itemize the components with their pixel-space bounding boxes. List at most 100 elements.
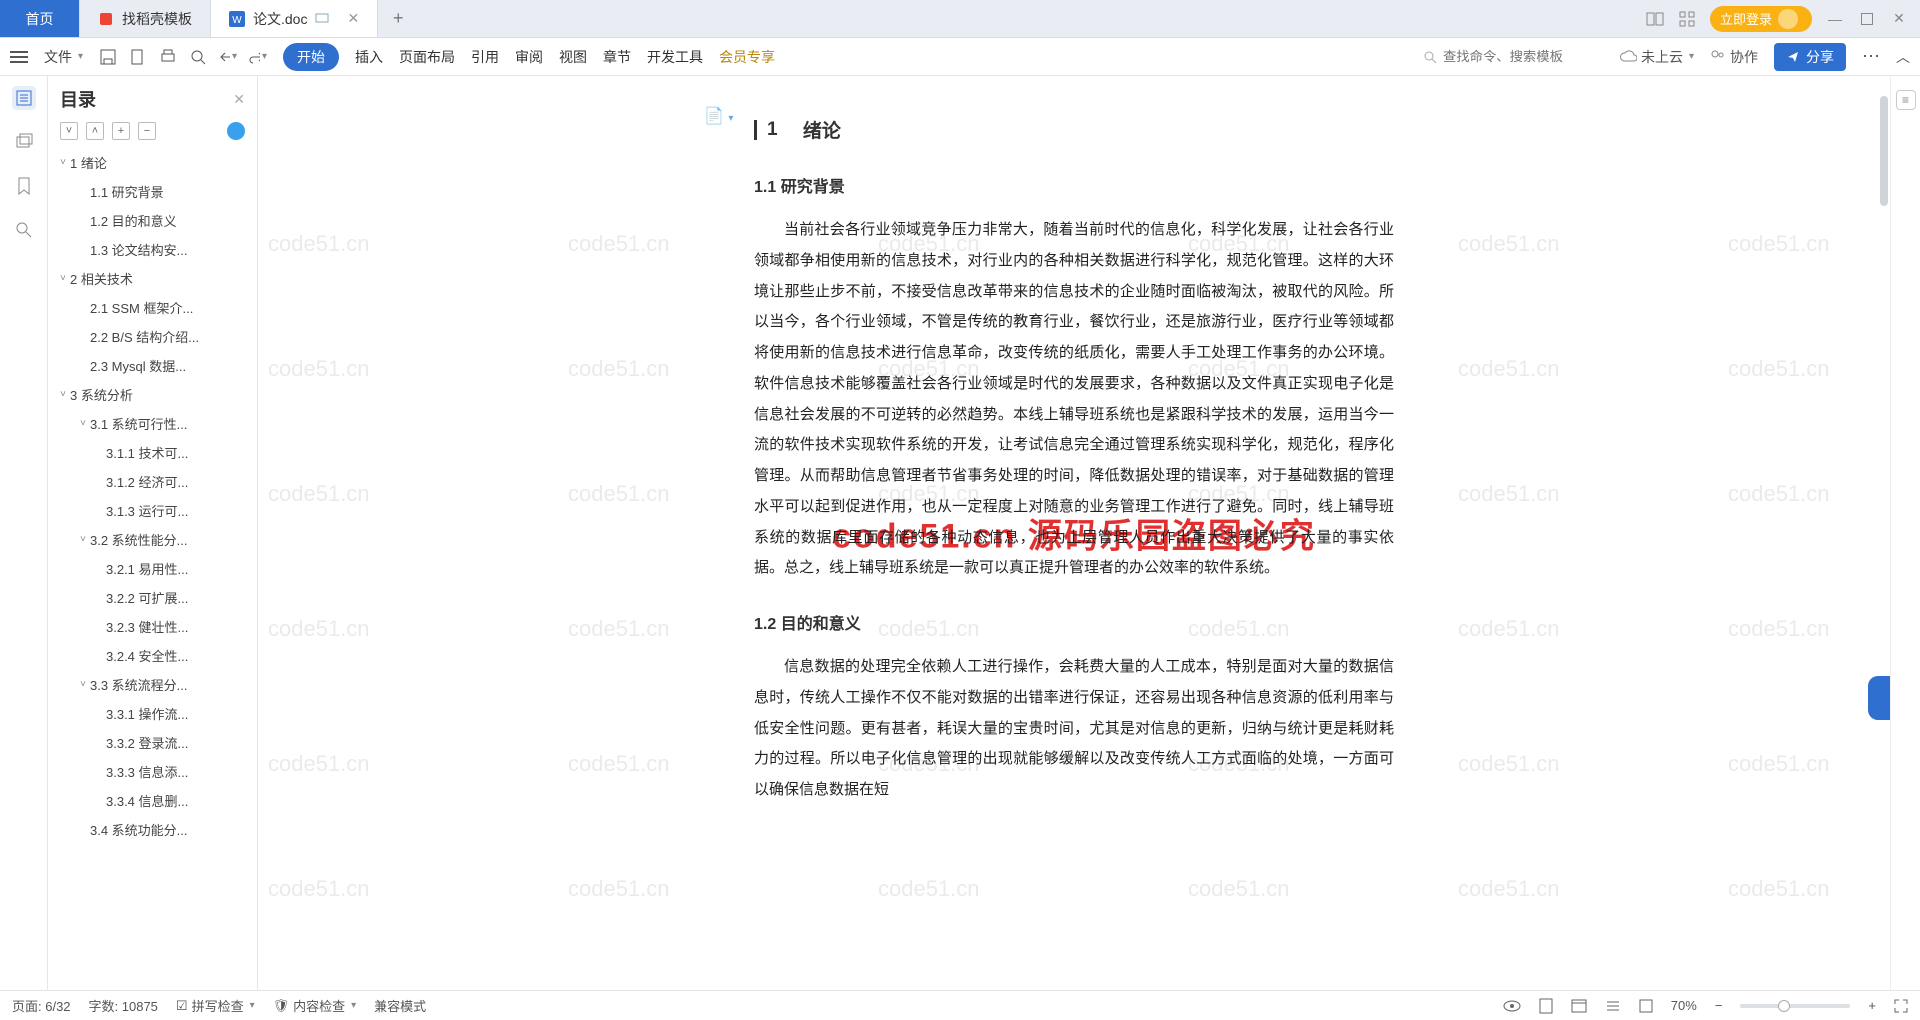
outline-node[interactable]: 3.2.1 易用性... (48, 554, 257, 583)
outline-node[interactable]: 3.2.3 健壮性... (48, 612, 257, 641)
cloud-button[interactable]: 未上云▾ (1619, 47, 1694, 67)
watermark: code51.cn (878, 876, 980, 902)
zoom-slider[interactable] (1740, 1004, 1850, 1008)
login-button[interactable]: 立即登录 (1710, 6, 1812, 32)
outline-node[interactable]: ˅3.2 系统性能分... (48, 525, 257, 554)
file-menu[interactable]: 文件▾ (44, 47, 83, 67)
tab-document[interactable]: W 论文.doc ✕ (211, 0, 378, 37)
outline-node[interactable]: 3.3.2 登录流... (48, 728, 257, 757)
layout-toggle-icon[interactable] (1646, 10, 1664, 28)
right-panel-toggle-icon[interactable]: ≡ (1896, 90, 1916, 110)
menu-view[interactable]: 视图 (559, 47, 587, 67)
outline-node[interactable]: ˅3.1 系统可行性... (48, 409, 257, 438)
menu-icon[interactable] (10, 50, 28, 64)
close-window-button[interactable]: ✕ (1890, 10, 1908, 28)
collab-button[interactable]: 协作 (1710, 47, 1758, 67)
menu-start[interactable]: 开始 (283, 43, 339, 71)
share-button[interactable]: 分享 (1774, 43, 1846, 71)
search-rail-icon[interactable] (12, 218, 36, 242)
outline-node[interactable]: 3.2.4 安全性... (48, 641, 257, 670)
side-feedback-tab[interactable] (1868, 676, 1890, 720)
menu-review[interactable]: 审阅 (515, 47, 543, 67)
outline-node[interactable]: 3.3.3 信息添... (48, 757, 257, 786)
menu-layout[interactable]: 页面布局 (399, 47, 455, 67)
fullscreen-icon[interactable] (1894, 999, 1908, 1013)
outline-node[interactable]: 3.4 系统功能分... (48, 815, 257, 844)
add-heading-icon[interactable]: + (112, 122, 130, 140)
outline-title: 目录 (60, 86, 233, 112)
collapse-all-icon[interactable]: ˅ (60, 122, 78, 140)
sync-icon[interactable] (227, 122, 245, 140)
status-words[interactable]: 字数: 10875 (89, 996, 158, 1015)
new-icon[interactable] (129, 48, 147, 66)
outline-node[interactable]: ˅2 相关技术 (48, 264, 257, 293)
share-icon (1786, 50, 1800, 64)
more-icon[interactable]: ⋯ (1862, 46, 1880, 67)
menu-member[interactable]: 会员专享 (719, 47, 775, 67)
menu-chapter[interactable]: 章节 (603, 47, 631, 67)
outline-node[interactable]: 3.3.4 信息删... (48, 786, 257, 815)
print-icon[interactable] (159, 48, 177, 66)
outline-node[interactable]: 1.2 目的和意义 (48, 206, 257, 235)
tab-home[interactable]: 首页 (0, 0, 80, 37)
outline-node[interactable]: ˅1 绪论 (48, 148, 257, 177)
apps-icon[interactable] (1678, 10, 1696, 28)
layers-rail-icon[interactable] (12, 130, 36, 154)
status-page[interactable]: 页面: 6/32 (12, 996, 71, 1015)
watermark: code51.cn (1728, 356, 1830, 382)
zoom-in-button[interactable]: + (1868, 998, 1876, 1013)
outline-node[interactable]: 3.1.3 运行可... (48, 496, 257, 525)
outline-node[interactable]: 3.3.1 操作流... (48, 699, 257, 728)
expand-all-icon[interactable]: ˄ (86, 122, 104, 140)
view-page-icon[interactable] (1539, 998, 1553, 1014)
view-web-icon[interactable] (1571, 999, 1587, 1013)
document-viewport[interactable]: code51.cncode51.cncode51.cncode51.cncode… (258, 76, 1890, 990)
left-rail (0, 76, 48, 990)
redo-icon[interactable]: ▾ (249, 48, 267, 66)
spellcheck-button[interactable]: ☑拼写检查 ▾ (176, 996, 255, 1015)
outline-node[interactable]: 3.2.2 可扩展... (48, 583, 257, 612)
view-read-icon[interactable] (1503, 1000, 1521, 1012)
search-box[interactable] (1423, 49, 1583, 64)
watermark: code51.cn (1458, 876, 1560, 902)
menu-reference[interactable]: 引用 (471, 47, 499, 67)
tab-template[interactable]: 找稻壳模板 (80, 0, 211, 37)
zoom-value[interactable]: 70% (1671, 998, 1697, 1013)
menu-devtools[interactable]: 开发工具 (647, 47, 703, 67)
outline-node[interactable]: 2.1 SSM 框架介... (48, 293, 257, 322)
menu-insert[interactable]: 插入 (355, 47, 383, 67)
outline-node[interactable]: 1.3 论文结构安... (48, 235, 257, 264)
bookmark-rail-icon[interactable] (12, 174, 36, 198)
outline-node[interactable]: 3.1.2 经济可... (48, 467, 257, 496)
tab-add-button[interactable]: + (378, 0, 418, 37)
outline-close-icon[interactable]: ✕ (233, 91, 245, 108)
window-mode-icon[interactable] (315, 11, 331, 27)
outline-node[interactable]: 2.2 B/S 结构介绍... (48, 322, 257, 351)
save-icon[interactable] (99, 48, 117, 66)
outline-node[interactable]: 2.3 Mysql 数据... (48, 351, 257, 380)
outline-node[interactable]: 3.1.1 技术可... (48, 438, 257, 467)
remove-heading-icon[interactable]: − (138, 122, 156, 140)
zoom-out-button[interactable]: − (1715, 998, 1723, 1013)
search-input[interactable] (1443, 49, 1583, 64)
paragraph-handle-icon[interactable]: 📄 ▾ (704, 106, 733, 126)
outline-rail-icon[interactable] (12, 86, 36, 110)
compat-mode[interactable]: 兼容模式 (374, 996, 426, 1015)
main-area: 目录 ✕ ˅ ˄ + − ˅1 绪论1.1 研究背景1.2 目的和意义1.3 论… (0, 76, 1920, 990)
preview-icon[interactable] (189, 48, 207, 66)
heading-1-1: 1.1 研究背景 (754, 173, 1394, 197)
outline-node[interactable]: ˅3.3 系统流程分... (48, 670, 257, 699)
maximize-button[interactable] (1858, 10, 1876, 28)
zoom-knob[interactable] (1778, 1000, 1790, 1012)
outline-node[interactable]: 1.1 研究背景 (48, 177, 257, 206)
page: 📄 ▾ 1 绪论 1.1 研究背景 当前社会各行业领域竞争压力非常大，随着当前时… (694, 76, 1454, 806)
undo-icon[interactable]: ▾ (219, 48, 237, 66)
minimize-button[interactable]: — (1826, 10, 1844, 28)
outline-node[interactable]: ˅3 系统分析 (48, 380, 257, 409)
collapse-ribbon-icon[interactable]: ︿ (1896, 47, 1910, 67)
content-check-button[interactable]: 🛡内容检查 ▾ (273, 996, 357, 1015)
tab-close-icon[interactable]: ✕ (347, 10, 359, 27)
zoom-fit-icon[interactable] (1639, 999, 1653, 1013)
view-outline-icon[interactable] (1605, 999, 1621, 1013)
scrollbar-thumb[interactable] (1880, 96, 1888, 206)
